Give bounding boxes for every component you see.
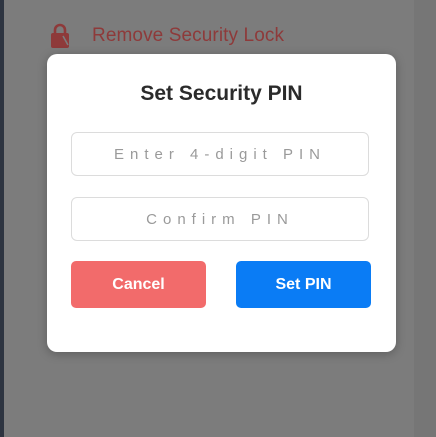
lock-icon <box>48 22 72 50</box>
set-pin-dialog: Set Security PIN Cancel Set PIN <box>47 54 396 352</box>
dialog-title: Set Security PIN <box>140 82 303 105</box>
set-pin-button[interactable]: Set PIN <box>236 261 371 308</box>
remove-security-lock-label: Remove Security Lock <box>92 25 285 46</box>
pin-input[interactable] <box>71 132 369 176</box>
confirm-pin-input[interactable] <box>71 197 369 241</box>
cancel-button[interactable]: Cancel <box>71 261 206 308</box>
screen-edge <box>0 0 4 437</box>
scrim-edge <box>414 0 436 437</box>
remove-security-lock-item: Remove Security Lock <box>48 20 284 52</box>
